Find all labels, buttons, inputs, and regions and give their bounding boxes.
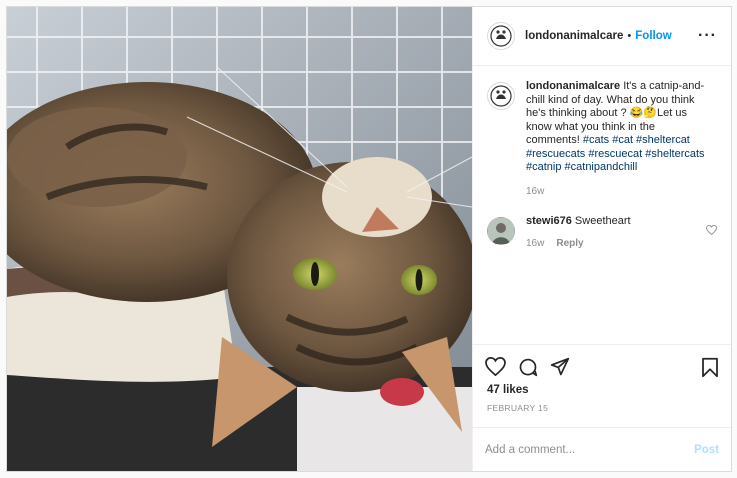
caption-username[interactable]: londonanimalcare [526,80,620,92]
post-side-panel: londonanimalcare • Follow ··· londonanim… [472,7,731,471]
comment-meta: 16w Reply [526,237,711,251]
comment-input[interactable] [485,443,695,456]
caption-body: londonanimalcare It's a catnip-and-chill… [526,80,711,198]
follow-button[interactable]: Follow [635,30,671,42]
post-photo[interactable] [7,7,472,471]
avatar[interactable] [487,82,515,110]
paw-logo-icon [490,85,512,107]
comments-list[interactable]: londonanimalcare It's a catnip-and-chill… [473,66,731,344]
comment-age: 16w [526,237,545,249]
separator-dot: • [627,30,632,42]
post-header: londonanimalcare • Follow ··· [473,7,731,66]
comment-item: stewi676 Sweetheart 16w Reply [487,215,717,250]
comment-username[interactable]: stewi676 [526,215,572,227]
avatar[interactable] [487,217,515,245]
add-comment-bar: Post [473,427,731,471]
reply-button[interactable]: Reply [556,237,583,251]
bookmark-icon[interactable] [701,357,719,383]
heart-icon[interactable] [485,356,506,381]
avatar[interactable] [487,22,515,50]
comment-icon[interactable] [518,357,538,382]
cat-photo-image [7,7,472,471]
user-photo-icon [488,218,514,244]
more-options-icon[interactable]: ··· [698,27,717,45]
caption-age: 16w [526,185,545,197]
username-link[interactable]: londonanimalcare [525,30,623,42]
likes-count[interactable]: 47 likes [473,384,731,396]
share-icon[interactable] [550,357,570,382]
post-date: FEBRUARY 15 [487,403,549,413]
comment-text: Sweetheart [571,215,631,227]
like-comment-heart-icon[interactable] [706,222,717,240]
post-comment-button[interactable]: Post [694,444,719,456]
paw-logo-icon [490,25,512,47]
instagram-post-modal: londonanimalcare • Follow ··· londonanim… [6,6,732,472]
comment-body: stewi676 Sweetheart 16w Reply [526,215,711,250]
caption: londonanimalcare It's a catnip-and-chill… [487,80,717,198]
